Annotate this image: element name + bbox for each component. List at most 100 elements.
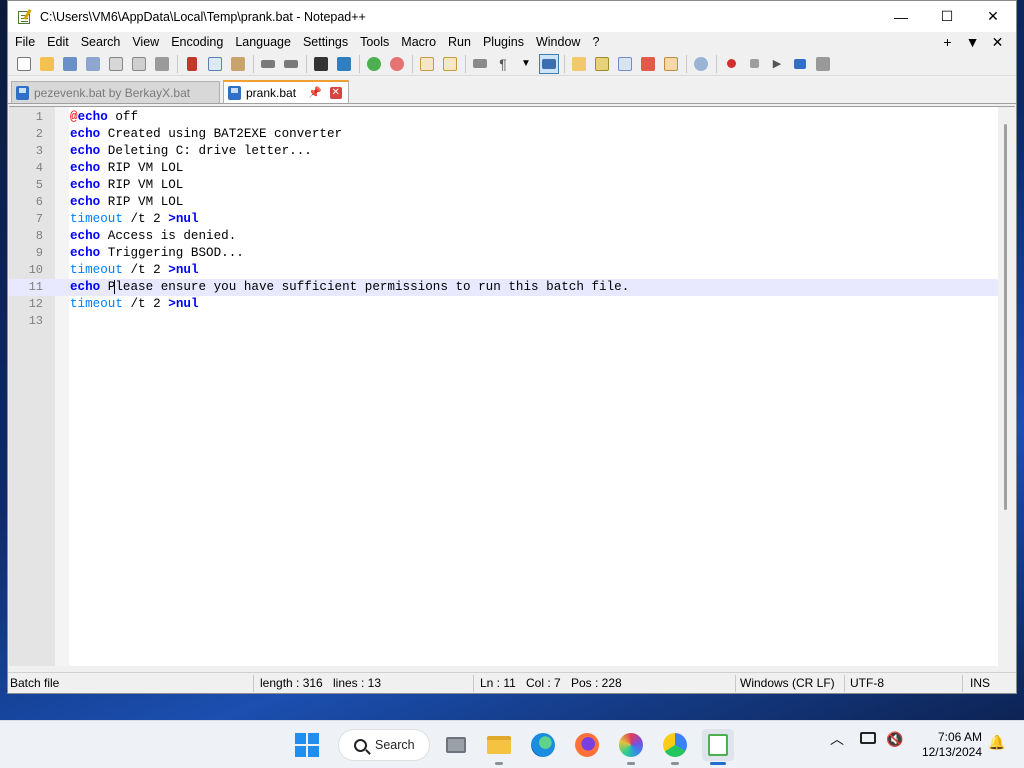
tab-list-dropdown-icon[interactable]: ▼ [960, 34, 985, 50]
replace-button[interactable] [334, 54, 354, 74]
code-line[interactable]: 2 echo Created using BAT2EXE converter [9, 126, 999, 143]
code-line[interactable]: 4 echo RIP VM LOL [9, 160, 999, 177]
tray-volume-muted-icon[interactable]: 🔇 [886, 731, 903, 748]
taskbar-search[interactable]: Search [338, 729, 430, 761]
close-all-button[interactable] [129, 54, 149, 74]
syntax-token: echo [70, 161, 101, 175]
menu-encoding[interactable]: Encoding [165, 35, 229, 49]
tray-overflow-chevron-icon[interactable]: ︿ [830, 729, 844, 749]
status-divider [253, 675, 254, 692]
code-line[interactable]: 12 timeout /t 2 >nul [9, 296, 999, 313]
show-all-chars-button[interactable]: ¶ [493, 54, 513, 74]
menu-edit[interactable]: Edit [41, 35, 75, 49]
chrome-like-button[interactable] [659, 729, 691, 765]
code-editor[interactable]: 1 @echo off 2 echo Created using BAT2EXE co… [9, 106, 1015, 666]
start-button[interactable] [291, 729, 323, 761]
macro-save-button[interactable] [813, 54, 833, 74]
undo-button[interactable] [258, 54, 278, 74]
maximize-button[interactable]: ☐ [924, 1, 970, 32]
open-file-button[interactable] [37, 54, 57, 74]
menu-macro[interactable]: Macro [395, 35, 442, 49]
print-button[interactable] [152, 54, 172, 74]
menu-search[interactable]: Search [75, 35, 127, 49]
zoom-out-button[interactable] [387, 54, 407, 74]
settings-app-button[interactable] [615, 729, 647, 765]
status-bar: Batch file length : 316 lines : 13 Ln : … [8, 672, 1016, 693]
menu-language[interactable]: Language [229, 35, 297, 49]
menu-window[interactable]: Window [530, 35, 586, 49]
task-view-button[interactable] [440, 729, 472, 761]
code-line[interactable]: 3 echo Deleting C: drive letter... [9, 143, 999, 160]
maximize-icon: ☐ [940, 8, 954, 24]
firefox-button[interactable] [571, 729, 603, 761]
macro-play-button[interactable]: ▶ [767, 54, 787, 74]
toolbar-overflow-button[interactable]: ▼ [516, 54, 536, 74]
notepadpp-taskbar-button[interactable] [702, 729, 734, 765]
vertical-scrollbar[interactable] [998, 107, 1015, 666]
system-clock[interactable]: 7:06 AM 12/13/2024 [910, 730, 982, 760]
sync-horizontal-button[interactable] [440, 54, 460, 74]
redo-button[interactable] [281, 54, 301, 74]
tab-close-icon[interactable]: ✕ [329, 86, 342, 99]
menu-run[interactable]: Run [442, 35, 477, 49]
cut-button[interactable] [182, 54, 202, 74]
function-list-button[interactable] [638, 54, 658, 74]
monitoring-button[interactable] [691, 54, 711, 74]
udl-icon [572, 56, 586, 71]
macro-record-button[interactable] [721, 54, 741, 74]
menu-tools[interactable]: Tools [354, 35, 395, 49]
code-line[interactable]: 10 timeout /t 2 >nul [9, 262, 999, 279]
save-all-button[interactable] [83, 54, 103, 74]
new-tab-plus-icon[interactable]: + [935, 34, 960, 50]
folder-workspace-button[interactable] [661, 54, 681, 74]
line-number: 8 [35, 229, 43, 243]
close-doc-icon[interactable]: ✕ [985, 34, 1010, 51]
word-wrap-button[interactable] [470, 54, 490, 74]
macro-stop-button[interactable] [744, 54, 764, 74]
menu-help[interactable]: ? [586, 35, 605, 49]
notification-bell-icon[interactable]: 🔔 [988, 734, 1005, 751]
code-line[interactable]: 7 timeout /t 2 >nul [9, 211, 999, 228]
title-bar[interactable]: C:\Users\VM6\AppData\Local\Temp\prank.ba… [8, 1, 1016, 32]
document-tab-bar: pezevenk.bat by BerkayX.bat prank.bat 📌 … [8, 80, 1016, 104]
toolbar-separator [716, 54, 717, 73]
code-line[interactable]: 5 echo RIP VM LOL [9, 177, 999, 194]
file-explorer-button[interactable] [483, 729, 515, 765]
doc-list-button[interactable] [615, 54, 635, 74]
close-file-button[interactable] [106, 54, 126, 74]
pin-icon[interactable]: 📌 [308, 86, 322, 99]
sync-vertical-button[interactable] [417, 54, 437, 74]
copy-button[interactable] [205, 54, 225, 74]
status-insert-mode[interactable]: INS [970, 676, 990, 690]
menu-file[interactable]: File [9, 35, 41, 49]
status-encoding[interactable]: UTF-8 [850, 676, 884, 690]
save-button[interactable] [60, 54, 80, 74]
tab-pezevenk-bat[interactable]: pezevenk.bat by BerkayX.bat [11, 81, 220, 103]
status-eol[interactable]: Windows (CR LF) [740, 676, 835, 690]
search-icon [354, 738, 367, 752]
tab-prank-bat[interactable]: prank.bat 📌 ✕ [223, 80, 349, 103]
tray-network-icon[interactable] [860, 732, 876, 744]
code-line[interactable]: 1 @echo off [9, 109, 999, 126]
doc-map-button[interactable] [592, 54, 612, 74]
code-line[interactable]: 11 echo Please ensure you have sufficient… [9, 279, 999, 296]
menu-view[interactable]: View [126, 35, 165, 49]
menu-plugins[interactable]: Plugins [477, 35, 530, 49]
zoom-in-button[interactable] [364, 54, 384, 74]
code-line[interactable]: 6 echo RIP VM LOL [9, 194, 999, 211]
udl-button[interactable] [569, 54, 589, 74]
edge-button[interactable] [527, 729, 559, 761]
indent-guide-button[interactable] [539, 53, 559, 74]
paste-button[interactable] [228, 54, 248, 74]
editor-lines[interactable]: 1 @echo off 2 echo Created using BAT2EXE co… [9, 109, 999, 330]
macro-run-multiple-button[interactable] [790, 54, 810, 74]
code-line[interactable]: 9 echo Triggering BSOD... [9, 245, 999, 262]
menu-settings[interactable]: Settings [297, 35, 354, 49]
find-button[interactable] [311, 54, 331, 74]
close-button[interactable]: ✕ [970, 1, 1016, 32]
new-file-button[interactable] [14, 54, 34, 74]
code-line[interactable]: 8 echo Access is denied. [9, 228, 999, 245]
scrollbar-thumb[interactable] [1004, 124, 1007, 510]
code-line[interactable]: 13 [9, 313, 999, 330]
minimize-button[interactable]: — [878, 1, 924, 32]
